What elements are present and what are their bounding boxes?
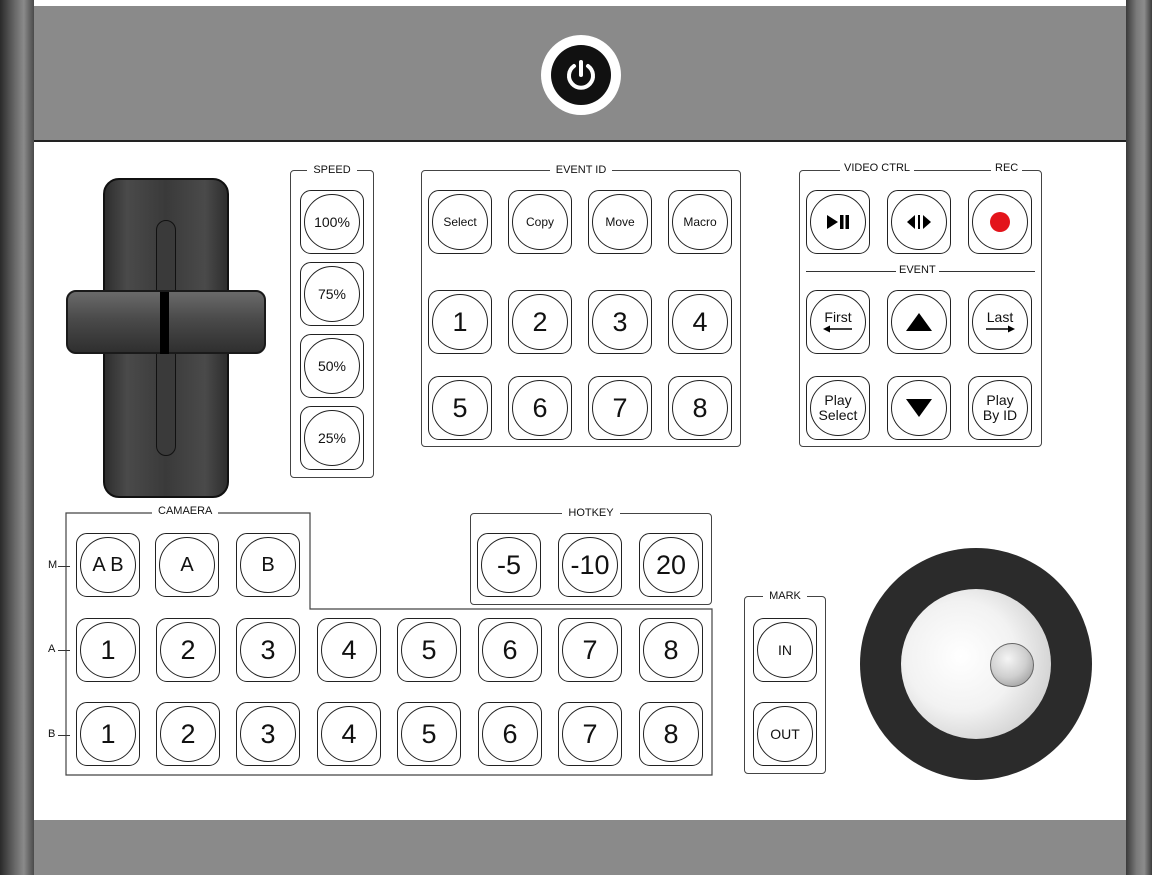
camera-a-1-button[interactable]: 1 [76,618,140,682]
camera-b-3-button[interactable]: 3 [236,702,300,766]
camera-m-a-button[interactable]: A [155,533,219,597]
mark-out-label: OUT [770,725,800,742]
camera-a-4-button[interactable]: 4 [317,618,381,682]
hotkey-minus-5-label: -5 [496,549,521,580]
camera-b-5-label: 5 [421,718,437,749]
row-label-m: M [48,559,58,571]
camera-b-8-label: 8 [663,718,679,749]
camera-b-6-label: 6 [502,718,518,749]
camera-a-2-button[interactable]: 2 [156,618,220,682]
hotkey-group-label: HOTKEY [562,507,620,519]
camera-a-1-label: 1 [100,634,116,665]
row-tick-m [58,566,70,568]
camera-group-label: CAMAERA [152,505,219,517]
camera-a-3-button[interactable]: 3 [236,618,300,682]
camera-b-6-button[interactable]: 6 [478,702,542,766]
camera-m-ab-button[interactable]: A B [76,533,140,597]
camera-a-8-label: 8 [663,634,679,665]
mark-in-button[interactable]: IN [753,618,817,682]
camera-m-b-button[interactable]: B [236,533,300,597]
camera-b-4-button[interactable]: 4 [317,702,381,766]
hotkey-minus-10-label: -10 [570,549,610,580]
camera-a-7-label: 7 [582,634,598,665]
row-tick-b [58,735,70,737]
camera-a-5-label: 5 [421,634,437,665]
camera-a-8-button[interactable]: 8 [639,618,703,682]
camera-a-6-button[interactable]: 6 [478,618,542,682]
row-label-a: A [48,643,56,655]
camera-b-1-button[interactable]: 1 [76,702,140,766]
mark-group-label: MARK [763,590,807,602]
camera-m-b-label: B [261,553,275,576]
mark-in-label: IN [778,641,792,658]
hotkey-minus-10-button[interactable]: -10 [558,533,622,597]
camera-a-2-label: 2 [180,634,196,665]
hotkey-20-button[interactable]: 20 [639,533,703,597]
camera-b-4-label: 4 [341,718,357,749]
camera-b-8-button[interactable]: 8 [639,702,703,766]
camera-b-1-label: 1 [100,718,116,749]
camera-a-7-button[interactable]: 7 [558,618,622,682]
camera-b-7-label: 7 [582,718,598,749]
camera-b-2-button[interactable]: 2 [156,702,220,766]
camera-a-4-label: 4 [341,634,357,665]
hotkey-20-label: 20 [655,549,687,580]
row-tick-a [58,650,70,652]
row-label-b: B [48,728,56,740]
camera-b-7-button[interactable]: 7 [558,702,622,766]
mark-out-button[interactable]: OUT [753,702,817,766]
camera-a-6-label: 6 [502,634,518,665]
hotkey-minus-5-button[interactable]: -5 [477,533,541,597]
camera-b-5-button[interactable]: 5 [397,702,461,766]
jog-wheel-finger-knob[interactable] [990,643,1034,687]
camera-b-2-label: 2 [180,718,196,749]
camera-m-a-label: A [180,553,194,576]
camera-m-ab-label: A B [92,553,124,576]
camera-a-5-button[interactable]: 5 [397,618,461,682]
camera-a-3-label: 3 [260,634,276,665]
camera-b-3-label: 3 [260,718,276,749]
